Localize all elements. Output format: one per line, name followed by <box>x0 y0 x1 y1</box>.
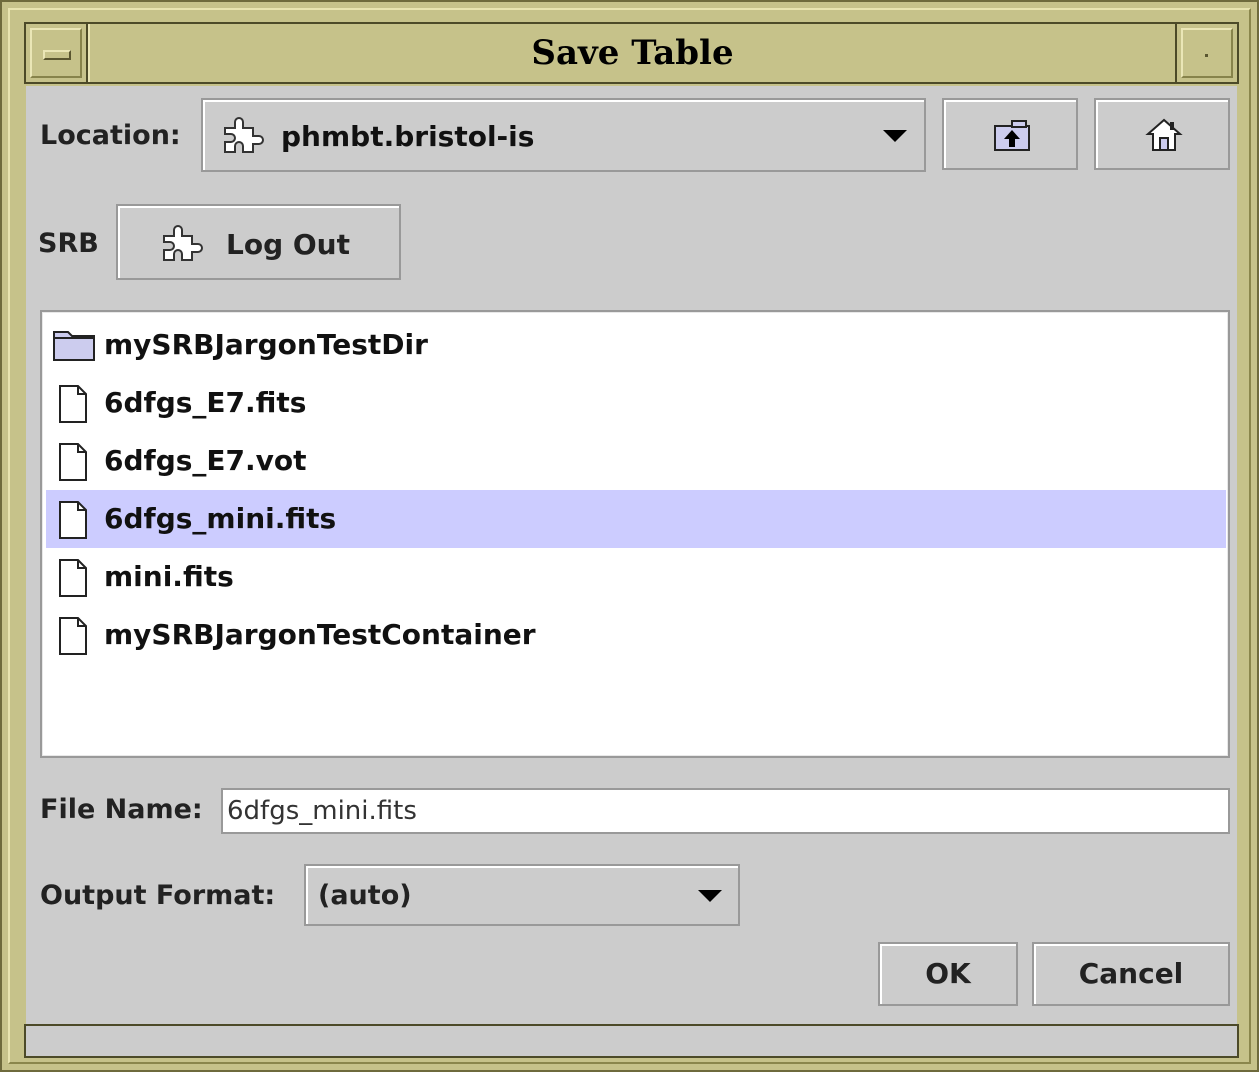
file-list[interactable]: mySRBJargonTestDir 6dfgs_E7.fits 6dfgs_E… <box>40 310 1230 758</box>
list-item[interactable]: mini.fits <box>46 548 1226 606</box>
window-frame: Save Table Location: phmbt.bristol-is SR… <box>0 0 1259 1072</box>
list-item-folder[interactable]: mySRBJargonTestDir <box>46 316 1226 374</box>
window-menu-button[interactable] <box>26 24 88 82</box>
list-item-label: mini.fits <box>104 560 234 593</box>
cancel-label: Cancel <box>1078 957 1184 990</box>
file-icon <box>59 559 87 597</box>
file-name-label: File Name: <box>40 794 203 825</box>
list-item-label: mySRBJargonTestContainer <box>104 618 536 651</box>
puzzle-icon <box>224 117 264 153</box>
location-label: Location: <box>40 120 181 151</box>
file-icon <box>59 617 87 655</box>
status-bar <box>24 1024 1239 1058</box>
list-item-label: 6dfgs_E7.fits <box>104 386 307 419</box>
iconify-bevel <box>1181 28 1233 78</box>
iconify-icon <box>1205 54 1208 57</box>
list-item[interactable]: 6dfgs_E7.vot <box>46 432 1226 490</box>
chevron-down-icon <box>698 890 722 902</box>
output-format-value: (auto) <box>318 880 412 911</box>
up-folder-button[interactable] <box>942 98 1078 170</box>
list-item-label: 6dfgs_E7.vot <box>104 444 307 477</box>
file-name-field[interactable] <box>221 788 1230 834</box>
file-icon <box>59 385 87 423</box>
folder-up-icon <box>994 120 1030 151</box>
output-format-combo[interactable]: (auto) <box>304 864 740 926</box>
srb-label: SRB <box>38 228 99 259</box>
output-format-label: Output Format: <box>40 880 276 911</box>
list-item-label: mySRBJargonTestDir <box>104 328 428 361</box>
log-out-label: Log Out <box>226 228 350 261</box>
home-button[interactable] <box>1094 98 1230 170</box>
home-icon <box>1145 118 1183 151</box>
puzzle-icon <box>163 225 203 261</box>
folder-icon <box>53 331 95 361</box>
ok-button[interactable]: OK <box>878 942 1018 1006</box>
ok-label: OK <box>925 957 971 990</box>
file-icon <box>59 501 87 539</box>
window-menu-icon <box>43 50 71 60</box>
list-item[interactable]: 6dfgs_E7.fits <box>46 374 1226 432</box>
chevron-down-icon <box>883 130 907 142</box>
list-item[interactable]: mySRBJargonTestContainer <box>46 606 1226 664</box>
window-title: Save Table <box>88 24 1175 82</box>
location-combo[interactable]: phmbt.bristol-is <box>201 98 926 172</box>
title-bar[interactable]: Save Table <box>24 22 1239 84</box>
list-item-label: 6dfgs_mini.fits <box>104 502 337 535</box>
window-iconify-button[interactable] <box>1175 24 1237 82</box>
log-out-button[interactable]: Log Out <box>116 204 401 280</box>
location-value: phmbt.bristol-is <box>281 120 535 153</box>
file-icon <box>59 443 87 481</box>
dialog-content: Location: phmbt.bristol-is SRB Log Out m… <box>26 86 1237 1024</box>
list-item-selected[interactable]: 6dfgs_mini.fits <box>46 490 1226 548</box>
cancel-button[interactable]: Cancel <box>1032 942 1230 1006</box>
